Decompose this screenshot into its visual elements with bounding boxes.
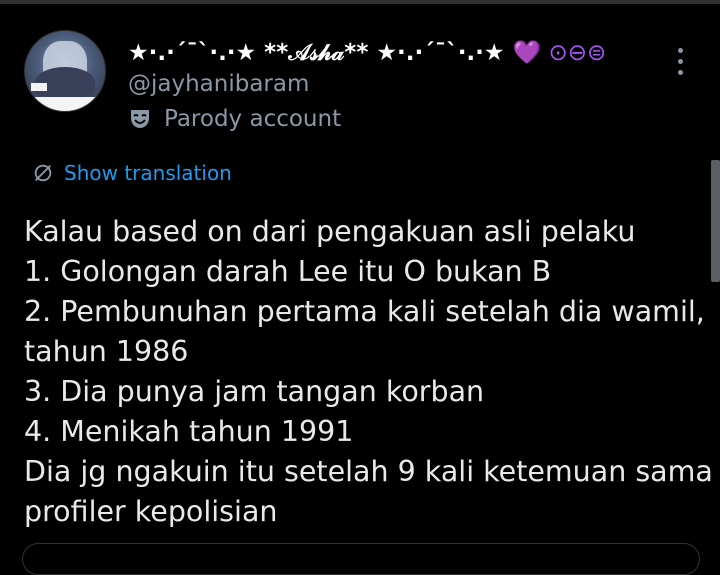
more-options-button[interactable] — [670, 46, 694, 78]
tweet-line: 4. Menikah tahun 1991 — [24, 415, 354, 448]
tweet-line: tahun 1986 — [24, 335, 189, 368]
avatar-tag — [31, 83, 47, 91]
top-divider — [0, 0, 720, 4]
tweet-header: ★·.·´¯`·.·★ **𝒜𝓈𝒽𝒶** ★·.·´¯`·.·★ 💜 ⊙⊖⊜ @… — [24, 30, 704, 140]
more-vertical-icon-dot — [678, 70, 683, 75]
display-name-text: ★·.·´¯`·.·★ **𝒜𝓈𝒽𝒶** ★·.·´¯`·.·★ — [128, 40, 505, 66]
avatar-figure-body — [35, 67, 95, 97]
avatar[interactable] — [24, 30, 106, 112]
parody-label-text: Parody account — [164, 106, 342, 132]
display-name[interactable]: ★·.·´¯`·.·★ **𝒜𝓈𝒽𝒶** ★·.·´¯`·.·★ 💜 ⊙⊖⊜ — [128, 38, 606, 68]
tweet-line: 3. Dia punya jam tangan korban — [24, 375, 485, 408]
avatar-stripe — [25, 97, 105, 111]
scrollbar[interactable] — [711, 160, 720, 282]
name-badges: 💜 ⊙⊖⊜ — [512, 40, 607, 66]
more-vertical-icon-dot — [678, 59, 683, 64]
globe-icon — [34, 164, 52, 182]
tweet-text: Kalau based on dari pengakuan asli pelak… — [24, 212, 713, 532]
tweet-line: 2. Pembunuhan pertama kali setelah dia w… — [24, 295, 705, 328]
more-vertical-icon — [678, 48, 683, 53]
tweet-line: profiler kepolisian — [24, 495, 278, 528]
tweet-line: Dia jg ngakuin itu setelah 9 kali ketemu… — [24, 455, 713, 488]
user-handle[interactable]: @jayhanibaram — [128, 70, 309, 98]
show-translation-label: Show translation — [64, 161, 232, 185]
tweet-line: Kalau based on dari pengakuan asli pelak… — [24, 215, 636, 248]
tweet-line: 1. Golongan darah Lee itu O bukan B — [24, 255, 552, 288]
media-card[interactable] — [22, 543, 700, 575]
theater-mask-icon — [131, 110, 149, 128]
show-translation-button[interactable]: Show translation — [32, 158, 232, 188]
parody-label: Parody account — [128, 104, 341, 134]
